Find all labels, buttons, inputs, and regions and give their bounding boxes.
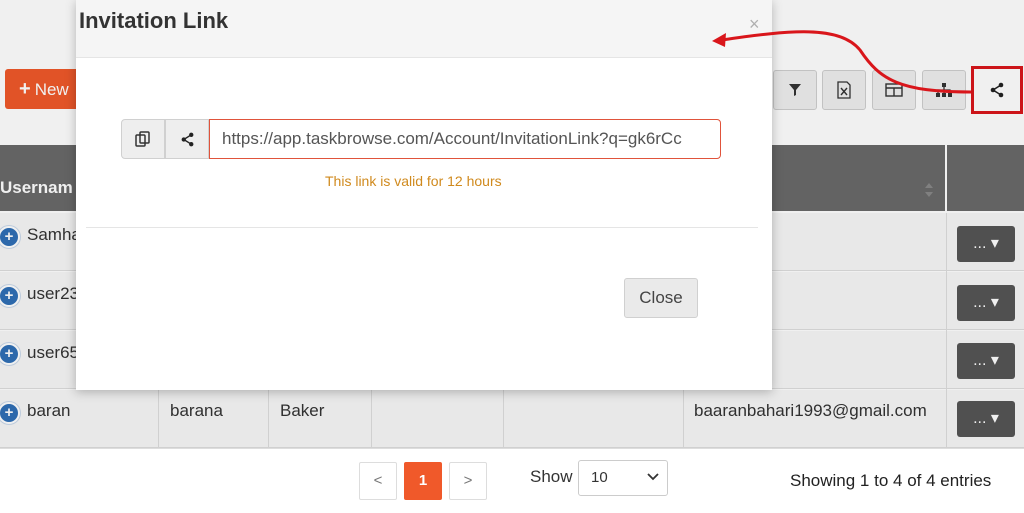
close-button[interactable]: Close: [624, 278, 698, 318]
pagination-prev[interactable]: <: [359, 462, 397, 500]
pagination-next[interactable]: >: [449, 462, 487, 500]
page-size-select[interactable]: 10: [578, 460, 668, 496]
share-link-button[interactable]: [165, 119, 209, 159]
show-entries-label: Show: [530, 467, 573, 486]
invitation-modal: Invitation Link × This link is valid for…: [76, 0, 772, 390]
modal-title: Invitation Link: [79, 8, 229, 33]
page-size-value: 10: [591, 469, 608, 486]
footer-divider: [0, 448, 1024, 449]
share-icon: [181, 132, 193, 146]
close-icon[interactable]: ×: [749, 14, 760, 35]
copy-icon: [135, 131, 150, 147]
entries-info: Showing 1 to 4 of 4 entries: [790, 471, 992, 490]
modal-divider: [86, 227, 758, 228]
invitation-link-input[interactable]: [209, 119, 721, 159]
link-validity-text: This link is valid for 12 hours: [325, 173, 502, 189]
pagination-page-1[interactable]: 1: [404, 462, 442, 500]
copy-link-button[interactable]: [121, 119, 165, 159]
chevron-down-icon: [647, 473, 659, 481]
